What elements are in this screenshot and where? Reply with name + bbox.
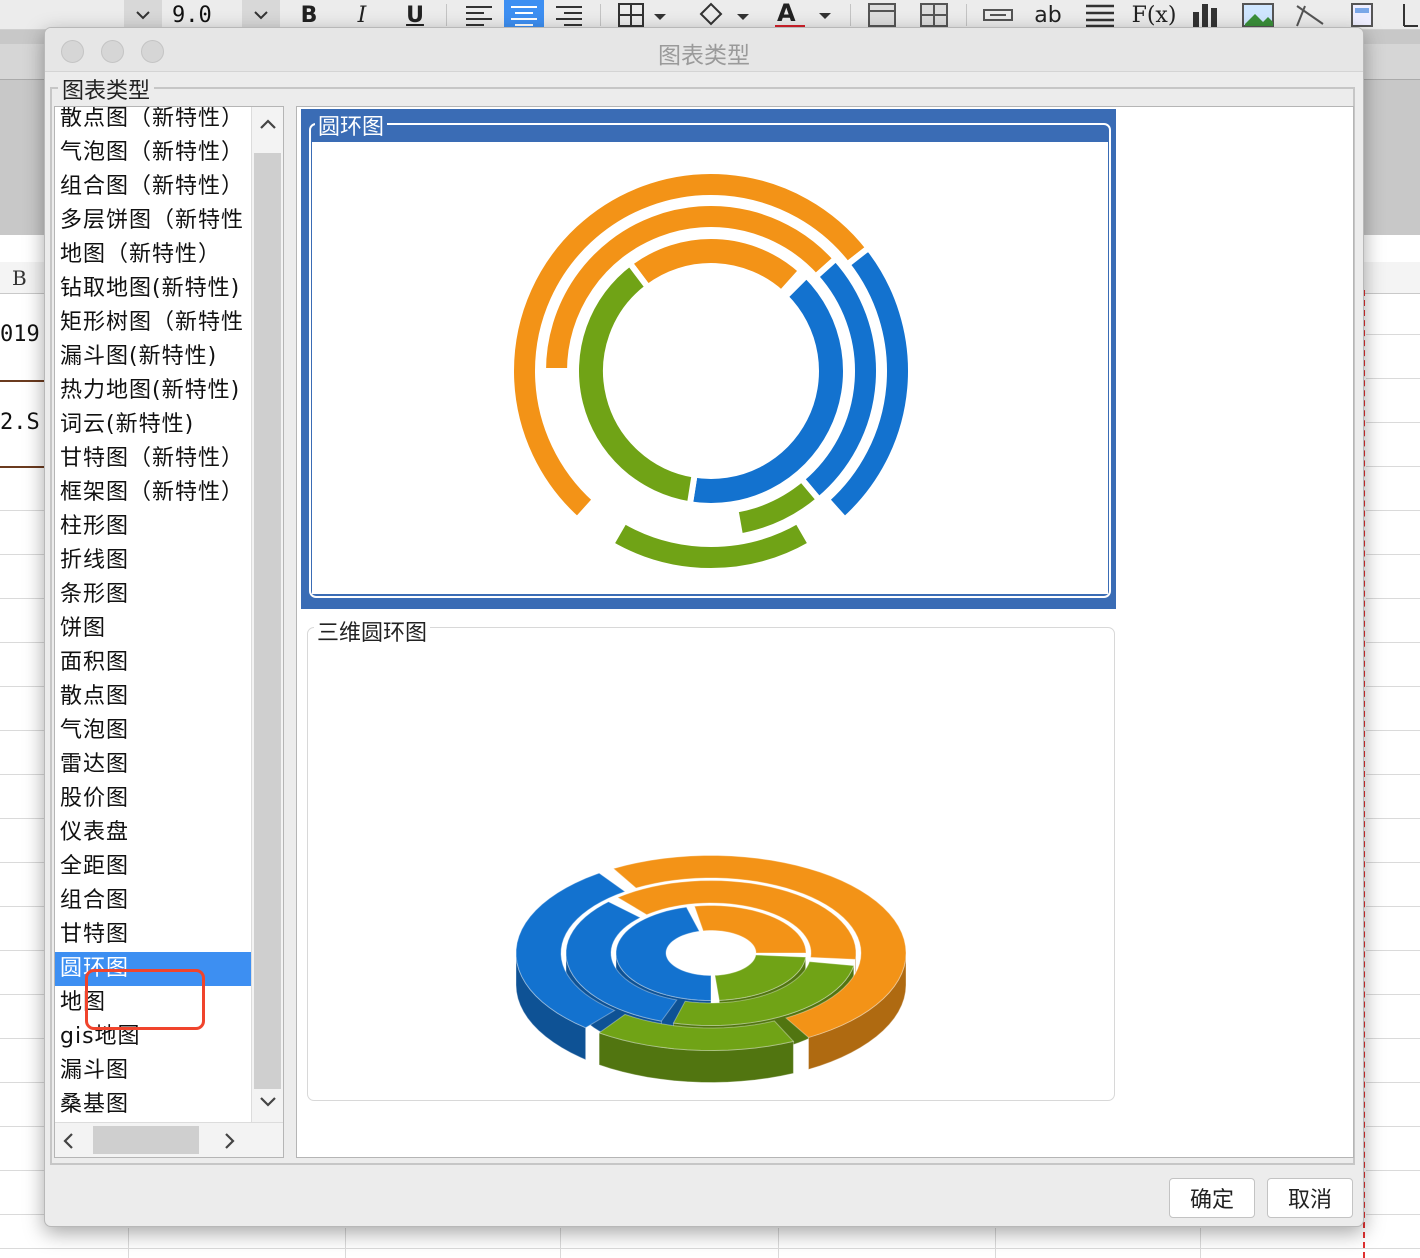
font-name-dropdown-icon[interactable] — [124, 0, 162, 30]
border-icon[interactable] — [612, 0, 672, 30]
chart-type-item[interactable]: 全距图 — [55, 850, 251, 884]
cancel-button[interactable]: 取消 — [1267, 1178, 1353, 1218]
scroll-left-icon[interactable] — [61, 1132, 75, 1154]
scroll-up-icon[interactable] — [252, 111, 283, 136]
3d-doughnut-chart-thumbnail — [515, 855, 907, 1083]
chart-type-item[interactable]: 折线图 — [55, 544, 251, 578]
formula-button[interactable]: F(x) — [1132, 0, 1177, 30]
chart-type-item[interactable]: 地图（新特性） — [55, 238, 251, 272]
merge-cell-icon[interactable] — [862, 0, 902, 30]
text-button[interactable]: ab — [1028, 0, 1068, 30]
font-color-icon[interactable]: A — [770, 0, 832, 30]
align-center-icon[interactable] — [504, 0, 544, 30]
option-doughnut-chart[interactable]: 圆环图 — [301, 109, 1116, 609]
font-size-field[interactable]: 9.0 — [172, 0, 242, 30]
chart-type-item[interactable]: 矩形树图（新特性 — [55, 306, 251, 340]
svg-text:A: A — [777, 1, 796, 27]
chart-type-dialog: 图表类型 图表类型 散点图（新特性） 气泡图（新特性） 组合图（新特性） 多层饼图（新… — [44, 27, 1364, 1227]
ok-button[interactable]: 确定 — [1169, 1178, 1255, 1218]
chart-type-item[interactable]: 气泡图 — [55, 714, 251, 748]
doughnut-chart-thumbnail — [508, 168, 914, 574]
ring-segment — [573, 258, 699, 508]
horizontal-scrollbar[interactable] — [55, 1122, 283, 1157]
align-right-icon[interactable] — [550, 0, 588, 30]
split-cell-icon[interactable] — [914, 0, 954, 30]
draw-line-icon[interactable] — [1290, 0, 1330, 30]
chart-preview-panel: 圆环图 三维圆环图 — [296, 106, 1354, 1158]
chart-type-item[interactable]: 漏斗图 — [55, 1054, 251, 1088]
scroll-down-icon[interactable] — [252, 1089, 283, 1114]
scroll-right-icon[interactable] — [223, 1132, 237, 1154]
chart-type-item[interactable]: 气泡图（新特性） — [55, 136, 251, 170]
image-icon[interactable] — [1238, 0, 1278, 30]
chart-type-item[interactable]: 组合图（新特性） — [55, 170, 251, 204]
horizontal-scroll-thumb[interactable] — [93, 1126, 199, 1154]
font-size-dropdown-icon[interactable] — [242, 0, 280, 30]
chart-type-item[interactable]: 框架图（新特性） — [55, 476, 251, 510]
ring-segment — [606, 516, 816, 574]
dialog-title: 图表类型 — [658, 43, 750, 69]
option-3d-doughnut-chart[interactable]: 三维圆环图 — [301, 615, 1116, 1105]
underline-button[interactable]: U — [398, 0, 432, 30]
chart-type-item[interactable]: 组合图 — [55, 884, 251, 918]
vertical-scroll-thumb[interactable] — [254, 153, 281, 1089]
vertical-scrollbar[interactable] — [251, 107, 283, 1122]
chart-type-item[interactable]: 散点图（新特性） — [55, 107, 251, 136]
chart-type-item[interactable]: 钻取地图(新特性) — [55, 272, 251, 306]
option-label: 圆环图 — [315, 109, 388, 141]
chart-type-item[interactable]: 漏斗图(新特性) — [55, 340, 251, 374]
fill-color-icon[interactable] — [692, 0, 754, 30]
more-toolbar-icon[interactable] — [1396, 0, 1420, 30]
align-left-icon[interactable] — [460, 0, 498, 30]
chart-type-item[interactable]: 甘特图（新特性） — [55, 442, 251, 476]
chart-type-item[interactable]: 面积图 — [55, 646, 251, 680]
chart-type-item[interactable]: 多层饼图（新特性 — [55, 204, 251, 238]
dialog-titlebar[interactable]: 图表类型 — [45, 28, 1363, 72]
insert-text-icon[interactable] — [978, 0, 1018, 30]
toolbar: 9.0 B I U A ab F(x) — [0, 0, 1420, 30]
form-icon[interactable] — [1344, 0, 1380, 30]
chart-type-item[interactable]: 散点图 — [55, 680, 251, 714]
paragraph-icon[interactable] — [1080, 0, 1120, 30]
chart-type-item[interactable]: 饼图 — [55, 612, 251, 646]
chart-type-item[interactable]: 股价图 — [55, 782, 251, 816]
chart-type-item[interactable]: 柱形图 — [55, 510, 251, 544]
chart-type-item[interactable]: 桑基图 — [55, 1088, 251, 1122]
italic-button[interactable]: I — [345, 0, 379, 30]
bar-chart-icon[interactable] — [1186, 0, 1226, 30]
option-label: 三维圆环图 — [314, 615, 431, 647]
chart-type-item[interactable]: 词云(新特性) — [55, 408, 251, 442]
chart-type-item[interactable]: 雷达图 — [55, 748, 251, 782]
cell-value[interactable]: 2.S — [0, 410, 40, 435]
chart-type-item[interactable]: 甘特图 — [55, 918, 251, 952]
bold-button[interactable]: B — [292, 0, 326, 30]
chart-type-item[interactable]: 热力地图(新特性) — [55, 374, 251, 408]
group-label: 图表类型 — [58, 73, 155, 105]
column-b-header[interactable]: B — [12, 266, 27, 290]
chart-type-item[interactable]: 仪表盘 — [55, 816, 251, 850]
annotation-highlight-box — [85, 969, 205, 1030]
chart-type-item[interactable]: 条形图 — [55, 578, 251, 612]
